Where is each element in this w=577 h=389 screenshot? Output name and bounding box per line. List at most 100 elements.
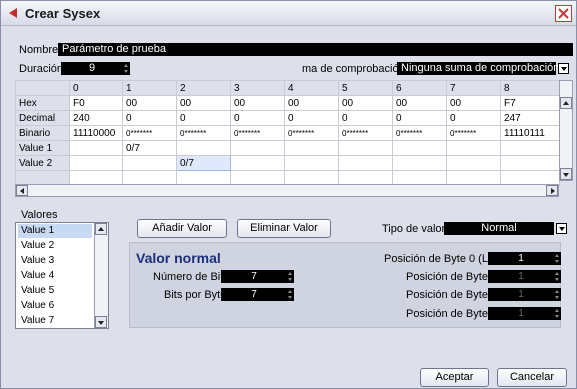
grid-cell[interactable]: 0******* <box>392 125 447 141</box>
grid-horizontal-scrollbar[interactable] <box>15 184 559 197</box>
grid-cell[interactable]: 00 <box>122 95 177 111</box>
bits-per-byte-label: Bits por Byte <box>164 289 227 301</box>
grid-cell[interactable]: 0******* <box>230 125 285 141</box>
checksum-dropdown-button[interactable] <box>558 63 569 74</box>
list-item[interactable]: Value 6 <box>18 299 92 313</box>
grid-cell[interactable]: 0 <box>122 110 177 126</box>
valores-scroll-down-button[interactable] <box>95 316 107 328</box>
list-item[interactable]: Value 2 <box>18 239 92 253</box>
grid-cell[interactable] <box>69 155 123 171</box>
num-bits-spinner[interactable] <box>287 270 294 283</box>
valores-list[interactable]: Value 1 Value 2 Value 3 Value 4 Value 5 … <box>15 222 109 329</box>
byte3-position-input[interactable]: 1 <box>488 307 554 320</box>
scroll-up-button[interactable] <box>560 97 572 109</box>
cancel-button[interactable]: Cancelar <box>497 368 567 387</box>
grid-cell[interactable]: 00 <box>338 95 393 111</box>
grid-cell[interactable] <box>338 140 393 156</box>
list-item[interactable]: Value 5 <box>18 284 92 298</box>
grid-cell[interactable]: 0******* <box>446 125 501 141</box>
grid-cell[interactable] <box>392 155 447 171</box>
grid-cell[interactable]: 0/7 <box>122 140 177 156</box>
valores-scroll-up-button[interactable] <box>95 223 107 235</box>
grid-cell[interactable] <box>446 155 501 171</box>
grid-cell[interactable]: F7 <box>500 95 560 111</box>
grid-cell[interactable]: 0 <box>176 110 231 126</box>
scroll-right-button[interactable] <box>546 185 558 196</box>
grid-cell[interactable] <box>284 140 339 156</box>
grid-cell[interactable] <box>122 155 177 171</box>
grid-cell[interactable]: 00 <box>230 95 285 111</box>
grid-cell[interactable]: 0 <box>338 110 393 126</box>
grid-cell[interactable]: 11110111 <box>500 125 560 141</box>
grid-cell[interactable] <box>446 140 501 156</box>
grid-cell[interactable] <box>500 140 560 156</box>
grid-column-header: 2 <box>176 80 231 96</box>
grid-column-header: 6 <box>392 80 447 96</box>
byte2-position-input[interactable]: 1 <box>488 288 554 301</box>
grid-cell[interactable] <box>69 140 123 156</box>
scroll-down-icon <box>563 173 569 177</box>
grid-cell[interactable]: 0 <box>392 110 447 126</box>
bits-per-byte-input[interactable]: 7 <box>221 288 287 301</box>
grid-cell[interactable] <box>338 155 393 171</box>
accept-button[interactable]: Aceptar <box>420 368 489 387</box>
scroll-down-button[interactable] <box>560 168 572 180</box>
list-item[interactable]: Value 3 <box>18 254 92 268</box>
value-type-dropdown-button[interactable] <box>556 223 567 234</box>
grid-cell[interactable]: 11110000 <box>69 125 123 141</box>
grid-cell[interactable]: F0 <box>69 95 123 111</box>
scroll-left-button[interactable] <box>16 185 28 196</box>
row-header-decimal: Decimal <box>15 110 70 126</box>
grid-cell[interactable]: 0 <box>446 110 501 126</box>
grid-column-header: 4 <box>284 80 339 96</box>
grid-cell[interactable]: 00 <box>446 95 501 111</box>
byte0-position-spinner[interactable] <box>554 252 561 265</box>
grid-cell-selected[interactable]: 0/7 <box>176 155 231 171</box>
grid-cell[interactable]: 0******* <box>122 125 177 141</box>
byte1-position-input[interactable]: 1 <box>488 270 554 283</box>
remove-value-button[interactable]: Eliminar Valor <box>237 219 331 238</box>
list-item[interactable]: Value 7 <box>18 314 92 328</box>
bits-per-byte-spinner[interactable] <box>287 288 294 301</box>
grid-cell[interactable] <box>500 155 560 171</box>
byte3-position-spinner[interactable] <box>554 307 561 320</box>
add-value-button[interactable]: Añadir Valor <box>137 219 227 238</box>
grid-column-header: 5 <box>338 80 393 96</box>
grid-cell[interactable] <box>230 155 285 171</box>
row-header-hex: Hex <box>15 95 70 111</box>
grid-cell[interactable]: 247 <box>500 110 560 126</box>
byte2-position-spinner[interactable] <box>554 288 561 301</box>
grid-column-header: 3 <box>230 80 285 96</box>
grid-cell[interactable]: 0******* <box>338 125 393 141</box>
grid-cell[interactable]: 240 <box>69 110 123 126</box>
nombre-input[interactable]: Parámetro de prueba <box>58 43 573 56</box>
value-type-select[interactable]: Normal <box>444 222 554 235</box>
checksum-select[interactable]: Ninguna suma de comprobación <box>397 62 559 75</box>
title-bar[interactable]: Crear Sysex <box>1 1 576 26</box>
duracion-spinner[interactable] <box>123 62 130 75</box>
table-row: Value 1 0/7 <box>15 140 560 156</box>
grid-cell[interactable]: 0******* <box>284 125 339 141</box>
grid-cell[interactable] <box>392 140 447 156</box>
grid-cell[interactable]: 0 <box>284 110 339 126</box>
grid-cell[interactable] <box>230 140 285 156</box>
grid-cell[interactable]: 00 <box>176 95 231 111</box>
list-item[interactable]: Value 1 <box>18 224 92 238</box>
grid-vertical-scrollbar[interactable] <box>559 80 573 181</box>
list-item[interactable]: Value 4 <box>18 269 92 283</box>
byte2-position-label: Posición de Byte 2 <box>406 289 498 301</box>
grid-cell[interactable] <box>284 155 339 171</box>
grid-column-header: 8 <box>500 80 560 96</box>
grid-cell[interactable]: 0 <box>230 110 285 126</box>
grid-cell[interactable]: 00 <box>392 95 447 111</box>
row-header-value-2: Value 2 <box>15 155 70 171</box>
duracion-input[interactable]: 9 <box>61 62 123 75</box>
grid-cell[interactable] <box>176 140 231 156</box>
num-bits-input[interactable]: 7 <box>221 270 287 283</box>
grid-cell[interactable]: 00 <box>284 95 339 111</box>
valores-scrollbar[interactable] <box>94 223 108 328</box>
close-button[interactable] <box>555 5 572 22</box>
grid-cell[interactable]: 0******* <box>176 125 231 141</box>
byte0-position-input[interactable]: 1 <box>488 252 554 265</box>
byte1-position-spinner[interactable] <box>554 270 561 283</box>
